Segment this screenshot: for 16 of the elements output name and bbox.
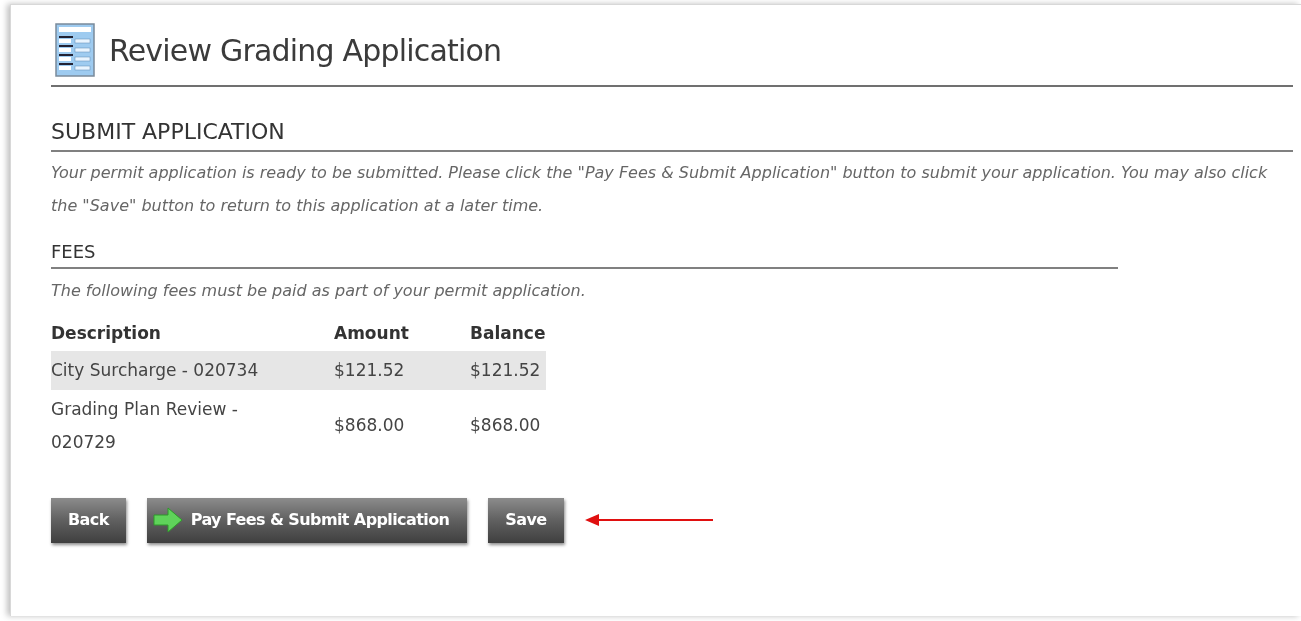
- column-header: Description: [51, 317, 334, 351]
- table-cell: $121.52: [334, 350, 470, 390]
- table-cell: $121.52: [470, 350, 546, 390]
- action-button[interactable]: Save: [488, 497, 564, 543]
- form-icon: [55, 23, 95, 77]
- column-header: Amount: [334, 322, 410, 345]
- section-heading: FEES: [51, 238, 1118, 269]
- table-cell: City Surcharge - 020734: [51, 350, 334, 390]
- fees-note: The following fees must be paid as part of your permit application.: [51, 280, 587, 302]
- column-header: Balance: [470, 322, 546, 345]
- submit-button[interactable]: Pay Fees & Submit Application: [146, 497, 468, 543]
- page-title: Review Grading Application: [109, 31, 502, 70]
- arrow-right-icon: [152, 507, 183, 533]
- action-button[interactable]: Back: [51, 497, 126, 543]
- instruction-text: Your permit application is ready to be submitted. Please click the "Pay Fees & Submit Application" button to submit your application. You may also click the "Save" button to return to this application at a later time.: [51, 162, 1269, 217]
- section-heading: SUBMIT APPLICATION: [51, 115, 1293, 152]
